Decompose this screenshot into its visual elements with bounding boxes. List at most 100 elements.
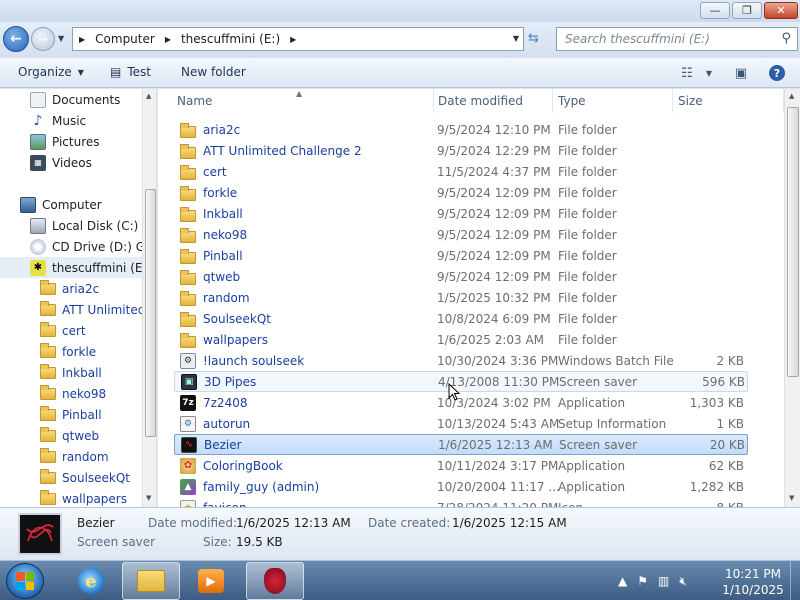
taskbar-internet-explorer[interactable]: e xyxy=(62,562,120,600)
file-name-cell: ⚙ !launch soulseek xyxy=(180,352,304,369)
maximize-button[interactable]: ❐ xyxy=(732,2,762,19)
taskbar-media-player[interactable]: ▶ xyxy=(182,562,240,600)
organize-button[interactable]: Organize ▼ xyxy=(18,65,84,79)
file-row[interactable]: ⚙ autorun 10/13/2024 5:43 AM Setup Informat… xyxy=(174,413,748,434)
nav-folder-inkball[interactable]: Inkball xyxy=(40,362,102,383)
scroll-down-icon[interactable]: ▼ xyxy=(146,494,151,502)
nav-folder-wallpapers[interactable]: wallpapers xyxy=(40,488,127,507)
nav-folder-pinball[interactable]: Pinball xyxy=(40,404,102,425)
preview-pane-button[interactable]: ▣ xyxy=(730,63,752,83)
show-hidden-icons-icon[interactable]: ▲ xyxy=(618,574,627,589)
view-dropdown-button[interactable]: ▼ xyxy=(698,63,720,83)
chevron-right-icon[interactable]: ▶ xyxy=(159,35,177,44)
clock[interactable]: 10:21 PM 1/10/2025 xyxy=(712,566,794,598)
documents-icon xyxy=(30,91,46,108)
nav-folder-soulseekqt[interactable]: SoulseekQt xyxy=(40,467,130,488)
address-bar[interactable]: ▶ Computer ▶ thescuffmini (E:) ▶ ▼ xyxy=(72,27,524,51)
file-row[interactable]: ATT Unlimited Challenge 2 9/5/2024 12:29 … xyxy=(174,140,748,161)
taskbar-windows-explorer[interactable] xyxy=(122,562,180,600)
nav-scrollbar[interactable]: ▲ ▼ xyxy=(142,89,156,507)
nav-folder-random[interactable]: random xyxy=(40,446,109,467)
action-center-flag-icon[interactable]: ⚑ xyxy=(637,574,648,589)
address-dropdown-icon[interactable]: ▼ xyxy=(513,34,519,43)
file-size: 2 KB xyxy=(716,353,744,368)
nav-item-cd-drive[interactable]: CD Drive (D:) GSP xyxy=(30,236,156,257)
chevron-right-icon[interactable]: ▶ xyxy=(73,35,91,44)
close-button[interactable]: ✕ xyxy=(764,2,798,19)
file-row[interactable]: ✿ ColoringBook 10/11/2024 3:17 PM Applicati… xyxy=(174,455,748,476)
file-type: File folder xyxy=(558,164,617,179)
column-header-name[interactable]: Name xyxy=(171,89,434,113)
test-button[interactable]: ▤ Test xyxy=(110,65,151,79)
column-label: Type xyxy=(558,94,586,108)
new-folder-button[interactable]: New folder xyxy=(181,65,246,79)
file-scroll-thumb[interactable] xyxy=(787,107,799,377)
file-row[interactable]: aria2c 9/5/2024 12:10 PM File folder xyxy=(174,119,748,140)
scroll-down-icon[interactable]: ▼ xyxy=(789,494,794,502)
view-options-button[interactable]: ☷ xyxy=(676,63,698,83)
nav-folder-forkle[interactable]: forkle xyxy=(40,341,96,362)
file-row[interactable]: ⚙ !launch soulseek 10/30/2024 3:36 PM Windo… xyxy=(174,350,748,371)
taskbar-bezier[interactable] xyxy=(246,562,304,600)
file-row[interactable]: wallpapers 1/6/2025 2:03 AM File folder xyxy=(174,329,748,350)
file-row[interactable]: 7z 7z2408 10/3/2024 3:02 PM Application 1,30… xyxy=(174,392,748,413)
file-row[interactable]: Inkball 9/5/2024 12:09 PM File folder xyxy=(174,203,748,224)
nav-item-documents[interactable]: Documents xyxy=(30,89,120,110)
file-row[interactable]: forkle 9/5/2024 12:09 PM File folder xyxy=(174,182,748,203)
scroll-up-icon[interactable]: ▲ xyxy=(789,92,794,100)
file-size: 1,303 KB xyxy=(689,395,744,410)
file-row[interactable]: ▲ family_guy (admin) 10/20/2004 11:17 ... A… xyxy=(174,476,748,497)
file-list: ▲ Name Date modified Type Size aria2c 9/5… xyxy=(158,89,800,507)
search-icon[interactable]: ⚲ xyxy=(781,31,791,46)
file-row[interactable]: random 1/5/2025 10:32 PM File folder xyxy=(174,287,748,308)
help-button[interactable]: ? xyxy=(766,63,788,83)
file-row[interactable]: neko98 9/5/2024 12:09 PM File folder xyxy=(174,224,748,245)
back-button[interactable]: ← xyxy=(3,26,29,52)
nav-item-label: forkle xyxy=(62,344,97,359)
file-row[interactable]: ∿ Bezier 1/6/2025 12:13 AM Screen saver 20 K… xyxy=(174,434,748,455)
nav-item-computer[interactable]: Computer xyxy=(20,194,102,215)
nav-folder-att[interactable]: ATT Unlimited xyxy=(40,299,145,320)
column-header-date[interactable]: Date modified xyxy=(432,89,553,113)
nav-item-videos[interactable]: ▦ Videos xyxy=(30,152,92,173)
file-date: 9/5/2024 12:10 PM xyxy=(437,122,551,137)
file-row[interactable]: qtweb 9/5/2024 12:09 PM File folder xyxy=(174,266,748,287)
media-player-icon: ▶ xyxy=(198,569,224,593)
chevron-right-icon[interactable]: ▶ xyxy=(284,35,302,44)
file-list-scrollbar[interactable]: ▲ ▼ xyxy=(784,89,800,507)
minimize-button[interactable]: — xyxy=(700,2,730,19)
column-header-size[interactable]: Size xyxy=(672,89,784,113)
column-header-type[interactable]: Type xyxy=(552,89,673,113)
bezier-icon: ∿ xyxy=(181,436,197,453)
file-type: File folder xyxy=(558,290,617,305)
search-input[interactable]: Search thescuffmini (E:) ⚲ xyxy=(556,27,798,51)
nav-scroll-thumb[interactable] xyxy=(145,189,156,437)
file-row[interactable]: SoulseekQt 10/8/2024 6:09 PM File folder xyxy=(174,308,748,329)
organize-label: Organize xyxy=(18,65,72,79)
recent-pages-button[interactable]: ▼ xyxy=(58,34,64,43)
file-row[interactable]: ▣ 3D Pipes 4/13/2008 11:30 PM Screen saver 5… xyxy=(174,371,748,392)
nav-folder-aria2c[interactable]: aria2c xyxy=(40,278,99,299)
nav-item-pictures[interactable]: Pictures xyxy=(30,131,100,152)
file-row[interactable]: cert 11/5/2024 4:37 PM File folder xyxy=(174,161,748,182)
file-name: 7z2408 xyxy=(203,395,248,410)
breadcrumb-computer[interactable]: Computer xyxy=(91,32,159,46)
scroll-up-icon[interactable]: ▲ xyxy=(146,92,151,100)
show-desktop-button[interactable] xyxy=(790,561,800,600)
file-row[interactable]: Pinball 9/5/2024 12:09 PM File folder xyxy=(174,245,748,266)
nav-folder-neko98[interactable]: neko98 xyxy=(40,383,106,404)
nav-item-local-disk[interactable]: Local Disk (C:) xyxy=(30,215,138,236)
nav-item-music[interactable]: ♪ Music xyxy=(30,110,87,131)
file-row[interactable]: ★favicon7/28/2024 11:20 PMIcon8 KB xyxy=(174,497,748,507)
refresh-button[interactable]: ⇆ xyxy=(528,31,539,46)
test-label: Test xyxy=(127,65,151,79)
volume-muted-icon[interactable]: 🔇︎ xyxy=(679,574,687,589)
nav-folder-cert[interactable]: cert xyxy=(40,320,86,341)
breadcrumb-drive[interactable]: thescuffmini (E:) xyxy=(177,32,284,46)
nav-folder-qtweb[interactable]: qtweb xyxy=(40,425,99,446)
forward-button[interactable]: → xyxy=(31,27,55,51)
network-icon[interactable]: ▥ xyxy=(658,574,669,589)
start-button[interactable] xyxy=(6,563,44,599)
folder-icon xyxy=(180,143,196,159)
nav-item-thescuffmini[interactable]: ✱ thescuffmini (E:) xyxy=(0,257,151,278)
